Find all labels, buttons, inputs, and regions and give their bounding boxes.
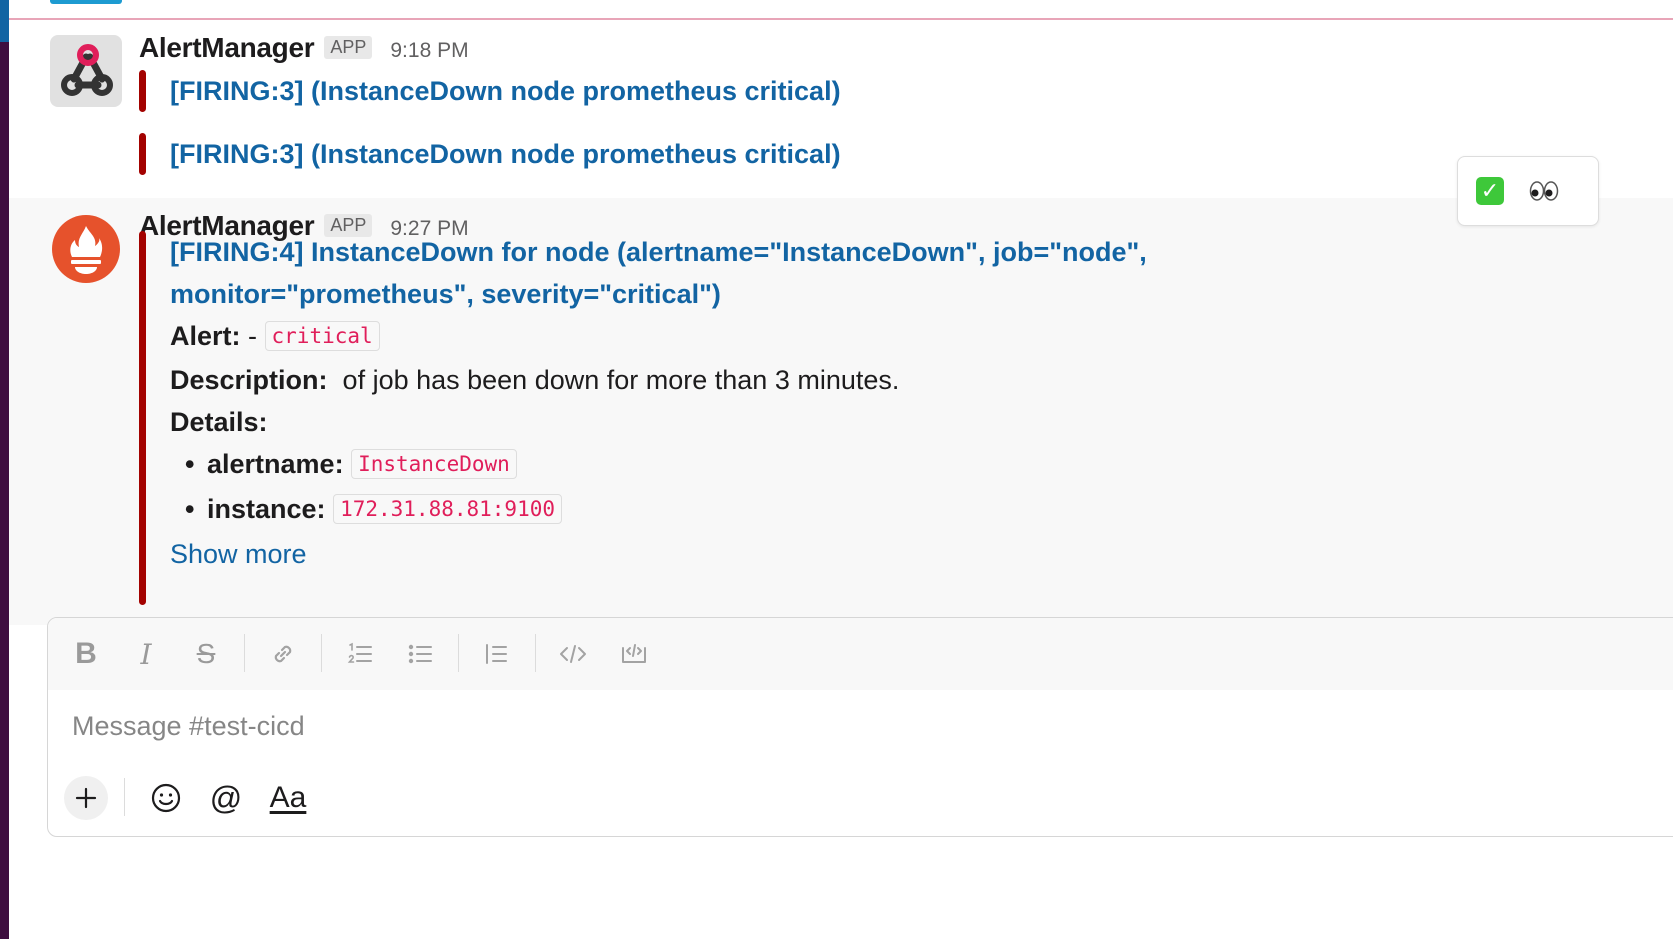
alert-title-link[interactable]: [FIRING:3] (InstanceDown node prometheus… bbox=[170, 133, 841, 175]
severity-code: critical bbox=[264, 321, 380, 351]
message-input-area bbox=[72, 702, 1668, 752]
details-label: Details: bbox=[170, 407, 268, 437]
italic-icon[interactable]: I bbox=[126, 634, 166, 674]
alert-title-link[interactable]: [FIRING:4] InstanceDown for node (alertn… bbox=[170, 231, 1147, 315]
formatting-toggle-button[interactable]: Aa bbox=[266, 776, 310, 820]
white-check-mark-reaction-button[interactable]: ✓ bbox=[1470, 171, 1510, 211]
message-composer: B I S Message #test-cicd @ Aa bbox=[47, 617, 1673, 837]
mention-button[interactable]: @ bbox=[204, 776, 248, 820]
alert-title-line-1[interactable]: [FIRING:4] InstanceDown for node (alertn… bbox=[170, 231, 1147, 273]
description-label: Description: bbox=[170, 365, 328, 395]
code-icon[interactable] bbox=[553, 634, 593, 674]
toolbar-divider bbox=[321, 634, 322, 672]
toolbar-divider bbox=[244, 634, 245, 672]
message-input[interactable] bbox=[72, 702, 1668, 750]
bulleted-list-icon[interactable] bbox=[400, 634, 440, 674]
bullet-icon: • bbox=[185, 494, 195, 524]
attachment-color-bar bbox=[139, 231, 146, 605]
smiley-icon bbox=[151, 783, 181, 813]
list-item: • instance: 172.31.88.81:9100 bbox=[185, 488, 1147, 533]
alert-field: Alert: - critical bbox=[170, 315, 1147, 359]
composer-actions: @ Aa bbox=[48, 768, 1673, 828]
toolbar-divider bbox=[535, 634, 536, 672]
message-2[interactable]: AlertManager APP 9:27 PM [FIRING:4] Inst… bbox=[9, 198, 1673, 625]
formatting-toolbar: B I S bbox=[48, 618, 1673, 690]
webhook-avatar[interactable] bbox=[50, 35, 122, 107]
workspace-sidebar-edge bbox=[0, 0, 9, 939]
webhook-icon bbox=[50, 35, 122, 107]
description-text: of job has been down for more than 3 min… bbox=[342, 365, 900, 395]
toolbar-divider bbox=[458, 634, 459, 672]
prometheus-avatar[interactable] bbox=[50, 213, 122, 285]
sender-name[interactable]: AlertManager bbox=[139, 32, 315, 64]
ordered-list-icon[interactable] bbox=[340, 634, 380, 674]
alert-attachment: [FIRING:3] (InstanceDown node prometheus… bbox=[139, 70, 841, 112]
app-badge: APP bbox=[324, 36, 373, 59]
detail-value-code: InstanceDown bbox=[351, 449, 517, 479]
detail-key: alertname: bbox=[207, 449, 344, 479]
alert-attachment: [FIRING:4] InstanceDown for node (alertn… bbox=[139, 231, 1147, 605]
format-label: Aa bbox=[269, 781, 307, 814]
strikethrough-icon[interactable]: S bbox=[186, 634, 226, 674]
eyes-icon bbox=[1529, 181, 1559, 201]
message-timestamp[interactable]: 9:18 PM bbox=[390, 39, 468, 63]
alert-title-line-2[interactable]: monitor="prometheus", severity="critical… bbox=[170, 273, 1147, 315]
white-check-mark-icon: ✓ bbox=[1476, 177, 1504, 205]
alert-attachment: [FIRING:3] (InstanceDown node prometheus… bbox=[139, 133, 841, 175]
bullet-icon: • bbox=[185, 449, 195, 479]
sidebar-active-indicator bbox=[0, 0, 9, 42]
link-icon[interactable] bbox=[263, 634, 303, 674]
alert-title-link[interactable]: [FIRING:3] (InstanceDown node prometheus… bbox=[170, 70, 841, 112]
message-header: AlertManager APP 9:18 PM bbox=[139, 32, 469, 64]
message-actions-bar: ✓ bbox=[1457, 156, 1599, 226]
attach-button[interactable] bbox=[64, 776, 108, 820]
code-block-icon[interactable] bbox=[614, 634, 654, 674]
blockquote-icon[interactable] bbox=[476, 634, 516, 674]
description-field: Description: of job has been down for mo… bbox=[170, 359, 1147, 401]
alert-label: Alert: bbox=[170, 321, 241, 351]
detail-key: instance: bbox=[207, 494, 326, 524]
list-item: • alertname: InstanceDown bbox=[185, 443, 1147, 488]
prometheus-icon bbox=[50, 213, 122, 285]
eyes-reaction-button[interactable] bbox=[1524, 171, 1564, 211]
emoji-button[interactable] bbox=[144, 776, 188, 820]
details-list: • alertname: InstanceDown • instance: 172.… bbox=[170, 443, 1147, 533]
plus-icon bbox=[75, 787, 97, 809]
detail-value-code: 172.31.88.81:9100 bbox=[333, 494, 562, 524]
show-more-link[interactable]: Show more bbox=[170, 533, 1147, 575]
message-1[interactable]: AlertManager APP 9:18 PM [FIRING:3] (Ins… bbox=[9, 20, 1673, 198]
details-field: Details: bbox=[170, 401, 1147, 443]
at-icon: @ bbox=[209, 779, 243, 816]
bold-icon[interactable]: B bbox=[66, 634, 106, 674]
previous-message-chip bbox=[50, 0, 122, 4]
attachment-color-bar bbox=[139, 133, 146, 175]
alert-separator: - bbox=[240, 321, 265, 351]
composer-divider bbox=[124, 778, 125, 816]
attachment-color-bar bbox=[139, 70, 146, 112]
